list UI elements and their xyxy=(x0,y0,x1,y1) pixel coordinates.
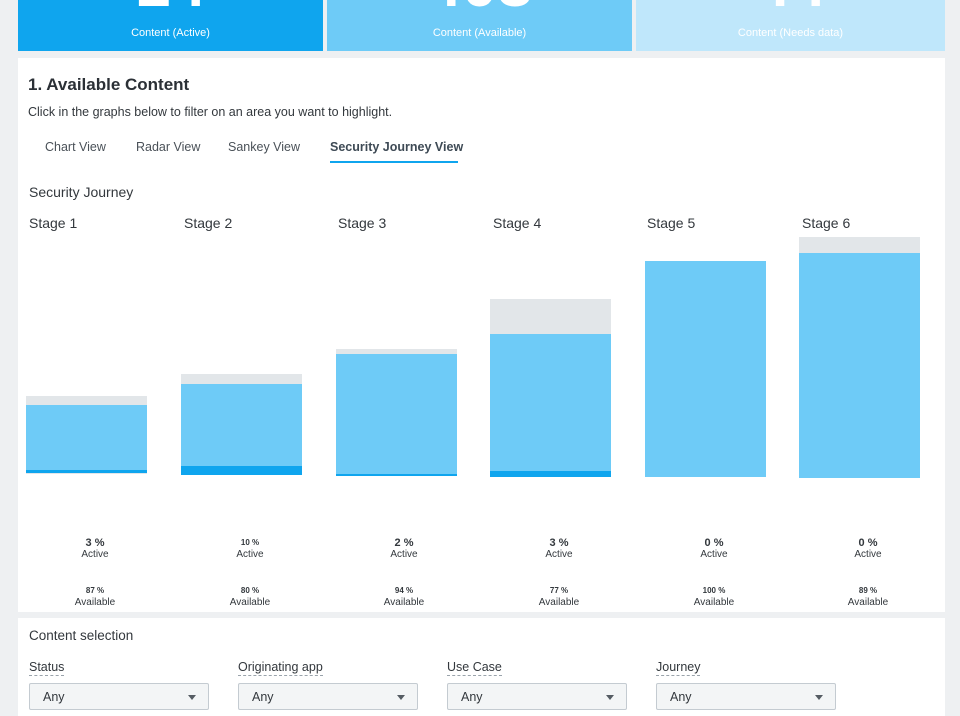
stage-available-stat: 94 % Available xyxy=(349,585,459,609)
tab-security-journey-view[interactable]: Security Journey View xyxy=(330,140,463,154)
available-label: Available xyxy=(538,597,580,608)
stage-active-stat: 0 % Active xyxy=(813,537,923,561)
available-label: Available xyxy=(847,597,889,608)
stage-available-stat: 80 % Available xyxy=(195,585,305,609)
stage-label: Stage 2 xyxy=(184,215,233,231)
journey-dropdown[interactable]: Any xyxy=(656,683,836,710)
journey-title: Security Journey xyxy=(29,184,134,200)
available-percent: 89 % xyxy=(858,586,878,595)
filter-label-originating-app: Originating app xyxy=(238,660,323,676)
filter-label-status: Status xyxy=(29,660,65,676)
active-label: Active xyxy=(390,549,418,560)
active-percent: 2 % xyxy=(394,537,414,549)
available-percent: 94 % xyxy=(394,586,414,595)
dropdown-value: Any xyxy=(252,690,274,704)
available-percent: 77 % xyxy=(549,586,569,595)
active-percent: 3 % xyxy=(549,537,569,549)
section-hint: Click in the graphs below to filter on a… xyxy=(28,105,393,119)
card-label: Content (Active) xyxy=(131,27,210,39)
available-percent: 100 % xyxy=(702,586,726,595)
active-tab-indicator xyxy=(330,161,458,163)
active-label: Active xyxy=(81,549,109,560)
content-selection-panel: Content selection Status Any Originating… xyxy=(18,618,945,716)
status-dropdown[interactable]: Any xyxy=(29,683,209,710)
stage-active-bar[interactable] xyxy=(26,470,147,473)
originating-app-dropdown[interactable]: Any xyxy=(238,683,418,710)
available-label: Available xyxy=(229,597,271,608)
stage-label: Stage 3 xyxy=(338,215,387,231)
caret-down-icon xyxy=(815,695,823,700)
stage-active-stat: 2 % Active xyxy=(349,537,459,561)
tab-chart-view[interactable]: Chart View xyxy=(45,140,106,154)
dropdown-value: Any xyxy=(670,690,692,704)
stage-available-stat: 100 % Available xyxy=(659,585,769,609)
card-count: 403 xyxy=(327,0,632,16)
card-count: 14 xyxy=(18,0,323,16)
card-count: 44 xyxy=(636,0,945,16)
active-label: Active xyxy=(545,549,573,560)
stage-available-bar[interactable] xyxy=(490,334,611,476)
stage-label: Stage 6 xyxy=(802,215,851,231)
active-percent: 10 % xyxy=(240,538,260,547)
active-label: Active xyxy=(700,549,728,560)
stage-available-bar[interactable] xyxy=(26,405,147,472)
active-label: Active xyxy=(854,549,882,560)
card-label: Content (Available) xyxy=(432,27,527,39)
stage-available-bar[interactable] xyxy=(181,384,302,474)
stage-label: Stage 1 xyxy=(29,215,78,231)
available-label: Available xyxy=(383,597,425,608)
available-percent: 87 % xyxy=(85,586,105,595)
section-title: 1. Available Content xyxy=(28,75,190,94)
stage-active-bar[interactable] xyxy=(181,466,302,475)
stage-label: Stage 4 xyxy=(493,215,542,231)
stage-available-bar[interactable] xyxy=(799,253,920,478)
stage-active-bar[interactable] xyxy=(490,471,611,477)
filter-label-journey: Journey xyxy=(656,660,701,676)
card-content-active[interactable]: 14 Content (Active) xyxy=(18,0,323,51)
available-content-panel: 1. Available Content Click in the graphs… xyxy=(18,58,945,612)
stage-active-bar[interactable] xyxy=(336,474,457,476)
active-percent: 0 % xyxy=(704,537,724,549)
stage-available-stat: 89 % Available xyxy=(813,585,923,609)
caret-down-icon xyxy=(606,695,614,700)
card-content-needs-data[interactable]: 44 Content (Needs data) xyxy=(636,0,945,51)
stage-active-stat: 3 % Active xyxy=(40,537,150,561)
caret-down-icon xyxy=(397,695,405,700)
stage-available-bar[interactable] xyxy=(645,261,766,477)
stage-active-stat: 0 % Active xyxy=(659,537,769,561)
stage-available-stat: 77 % Available xyxy=(504,585,614,609)
active-label: Active xyxy=(236,549,264,560)
tab-radar-view[interactable]: Radar View xyxy=(136,140,200,154)
card-content-available[interactable]: 403 Content (Available) xyxy=(327,0,632,51)
stage-available-stat: 87 % Available xyxy=(40,585,150,609)
available-percent: 80 % xyxy=(240,586,260,595)
available-label: Available xyxy=(74,597,116,608)
dropdown-value: Any xyxy=(461,690,483,704)
stage-available-bar[interactable] xyxy=(336,354,457,475)
stage-active-stat: 3 % Active xyxy=(504,537,614,561)
caret-down-icon xyxy=(188,695,196,700)
use-case-dropdown[interactable]: Any xyxy=(447,683,627,710)
active-percent: 3 % xyxy=(85,537,105,549)
dropdown-value: Any xyxy=(43,690,65,704)
selection-title: Content selection xyxy=(29,628,134,643)
tab-sankey-view[interactable]: Sankey View xyxy=(228,140,300,154)
active-percent: 0 % xyxy=(858,537,878,549)
card-label: Content (Needs data) xyxy=(737,27,844,39)
available-label: Available xyxy=(693,597,735,608)
stage-label: Stage 5 xyxy=(647,215,696,231)
stage-active-stat: 10 % Active xyxy=(195,537,305,561)
filter-label-use-case: Use Case xyxy=(447,660,502,676)
